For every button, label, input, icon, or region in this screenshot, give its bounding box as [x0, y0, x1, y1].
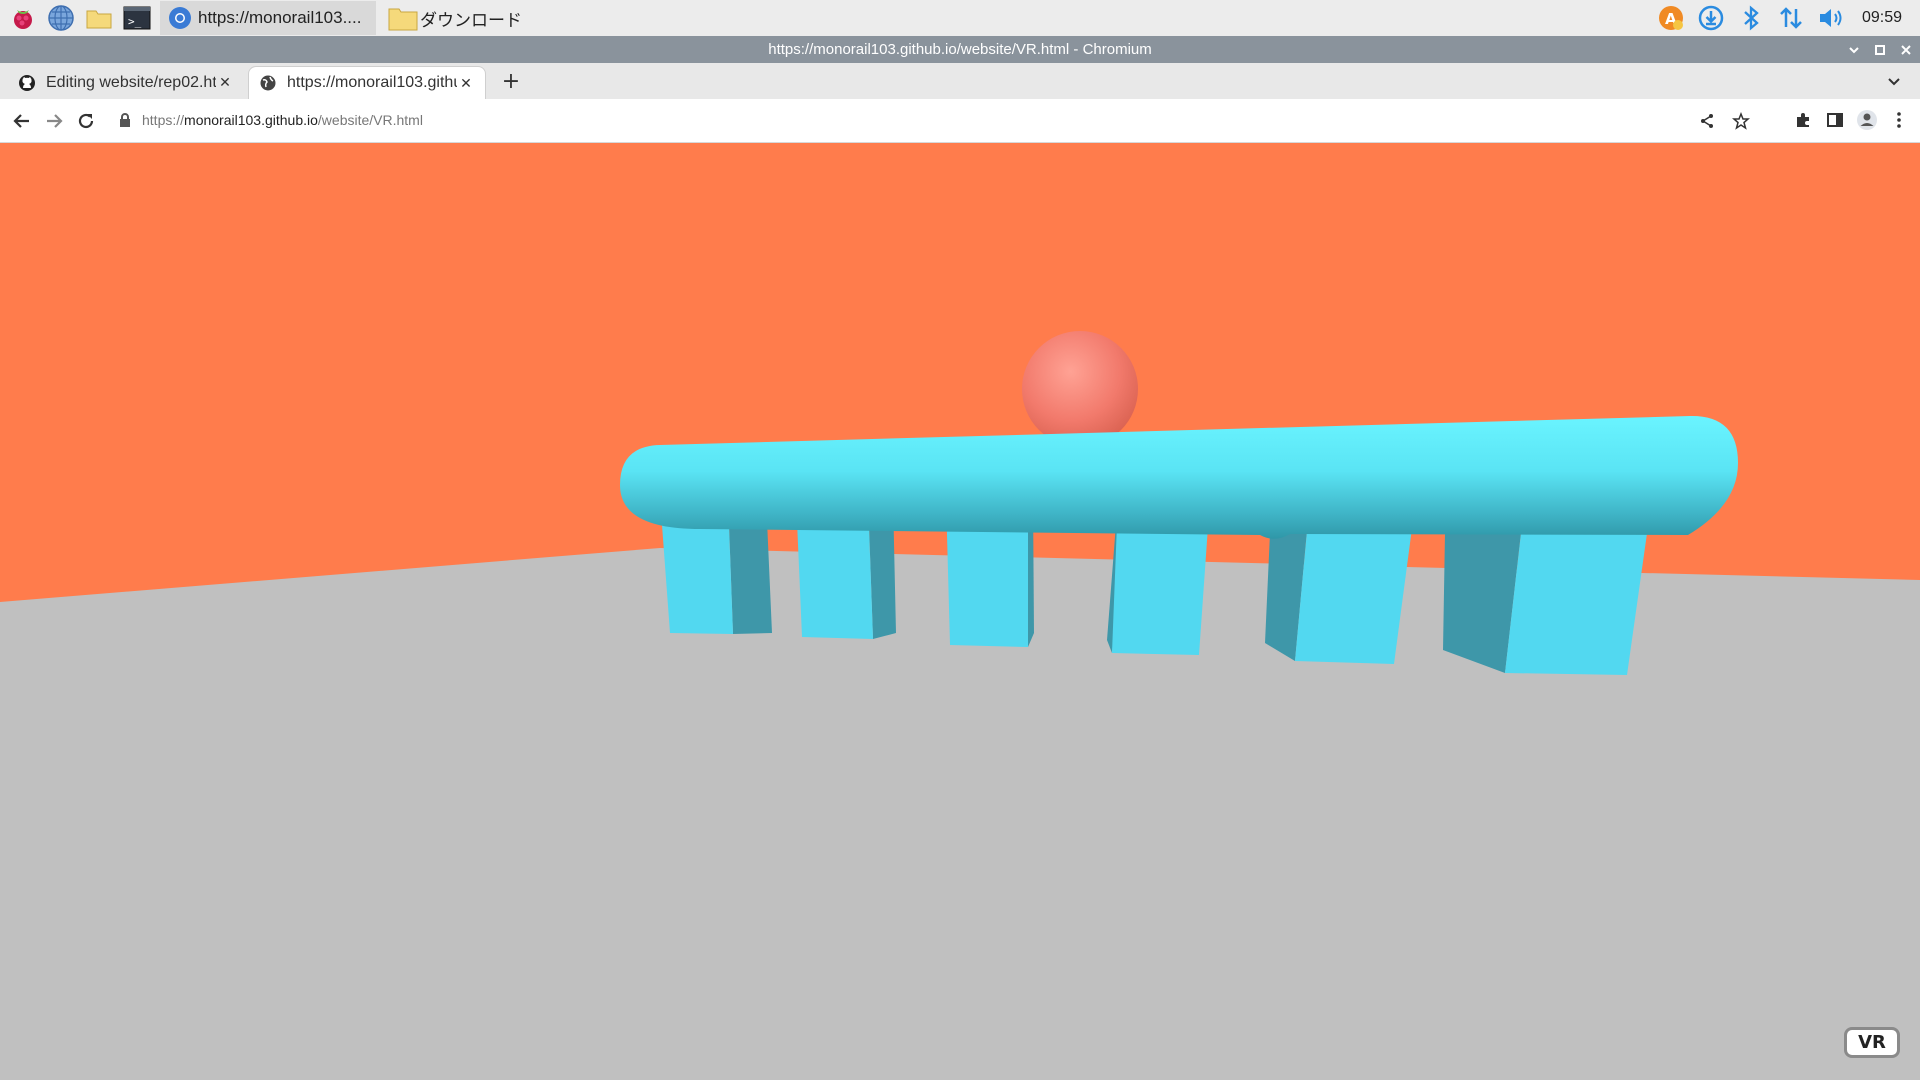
- back-icon[interactable]: [8, 107, 36, 135]
- github-icon: [18, 74, 36, 92]
- taskbar-task-downloads[interactable]: ダウンロード: [380, 1, 530, 35]
- url-scheme: https://: [142, 112, 185, 128]
- bookmark-star-icon[interactable]: [1728, 108, 1754, 134]
- window-title: https://monorail103.github.io/website/VR…: [768, 41, 1152, 58]
- minimize-icon[interactable]: [1846, 42, 1862, 58]
- update-download-icon[interactable]: [1696, 3, 1726, 33]
- browser-toolbar: https://monorail103.github.io/website/VR…: [0, 99, 1920, 143]
- tab-label: Editing website/rep02.html: [46, 73, 216, 91]
- taskbar-task-chromium[interactable]: https://monorail103....: [160, 1, 376, 35]
- tab-label: https://monorail103.github.io/website/VR…: [287, 74, 457, 91]
- window-title-bar[interactable]: https://monorail103.github.io/website/VR…: [0, 36, 1920, 63]
- tab-search-icon[interactable]: [1882, 69, 1906, 93]
- new-tab-button[interactable]: +: [496, 66, 526, 96]
- taskbar: >_ https://monorail103.... ダウンロード A 09:5…: [0, 0, 1920, 37]
- input-method-icon[interactable]: A: [1656, 3, 1686, 33]
- side-panel-icon[interactable]: [1822, 107, 1848, 133]
- clock[interactable]: 09:59: [1862, 9, 1902, 27]
- url-host: monorail103.github.io: [184, 112, 318, 128]
- close-tab-icon[interactable]: ✕: [457, 75, 475, 92]
- window-controls: [1846, 36, 1914, 63]
- tab-strip: Editing website/rep02.html ✕ https://mon…: [0, 63, 1920, 100]
- vr-scene[interactable]: [0, 143, 1920, 1080]
- vr-button-label: VR: [1858, 1032, 1886, 1053]
- sphere: [1022, 331, 1138, 447]
- system-tray: A 09:59: [1656, 0, 1920, 36]
- tab-github-editing[interactable]: Editing website/rep02.html ✕: [8, 66, 244, 99]
- globe-icon: [259, 74, 277, 92]
- file-manager-icon[interactable]: [84, 3, 114, 33]
- taskbar-task-label: ダウンロード: [420, 10, 522, 30]
- url-path: /website/VR.html: [317, 112, 423, 128]
- svg-text:>_: >_: [128, 15, 142, 28]
- terminal-icon[interactable]: >_: [122, 3, 152, 33]
- raspberry-menu-icon[interactable]: [8, 3, 38, 33]
- toolbar-actions: [1790, 107, 1912, 133]
- network-icon[interactable]: [1776, 3, 1806, 33]
- reload-icon[interactable]: [72, 107, 100, 135]
- maximize-icon[interactable]: [1872, 42, 1888, 58]
- bluetooth-icon[interactable]: [1736, 3, 1766, 33]
- close-tab-icon[interactable]: ✕: [216, 74, 234, 91]
- url-text: https://monorail103.github.io/website/VR…: [142, 112, 423, 128]
- menu-kebab-icon[interactable]: [1886, 107, 1912, 133]
- web-browser-icon[interactable]: [46, 3, 76, 33]
- taskbar-task-label: https://monorail103....: [198, 8, 362, 27]
- volume-icon[interactable]: [1816, 3, 1846, 33]
- page-viewport[interactable]: [0, 143, 1920, 1080]
- chromium-icon: [168, 6, 192, 30]
- tab-vr-page[interactable]: https://monorail103.github.io/website/VR…: [248, 66, 486, 99]
- forward-icon[interactable]: [40, 107, 68, 135]
- extensions-icon[interactable]: [1790, 107, 1816, 133]
- profile-avatar-icon[interactable]: [1854, 107, 1880, 133]
- share-icon[interactable]: [1694, 108, 1720, 134]
- omnibox-actions: [1694, 108, 1754, 134]
- lock-icon[interactable]: [118, 112, 134, 128]
- folder-icon: [388, 5, 418, 31]
- close-window-icon[interactable]: [1898, 42, 1914, 58]
- address-bar[interactable]: https://monorail103.github.io/website/VR…: [108, 104, 1762, 136]
- enter-vr-button[interactable]: VR: [1844, 1027, 1900, 1058]
